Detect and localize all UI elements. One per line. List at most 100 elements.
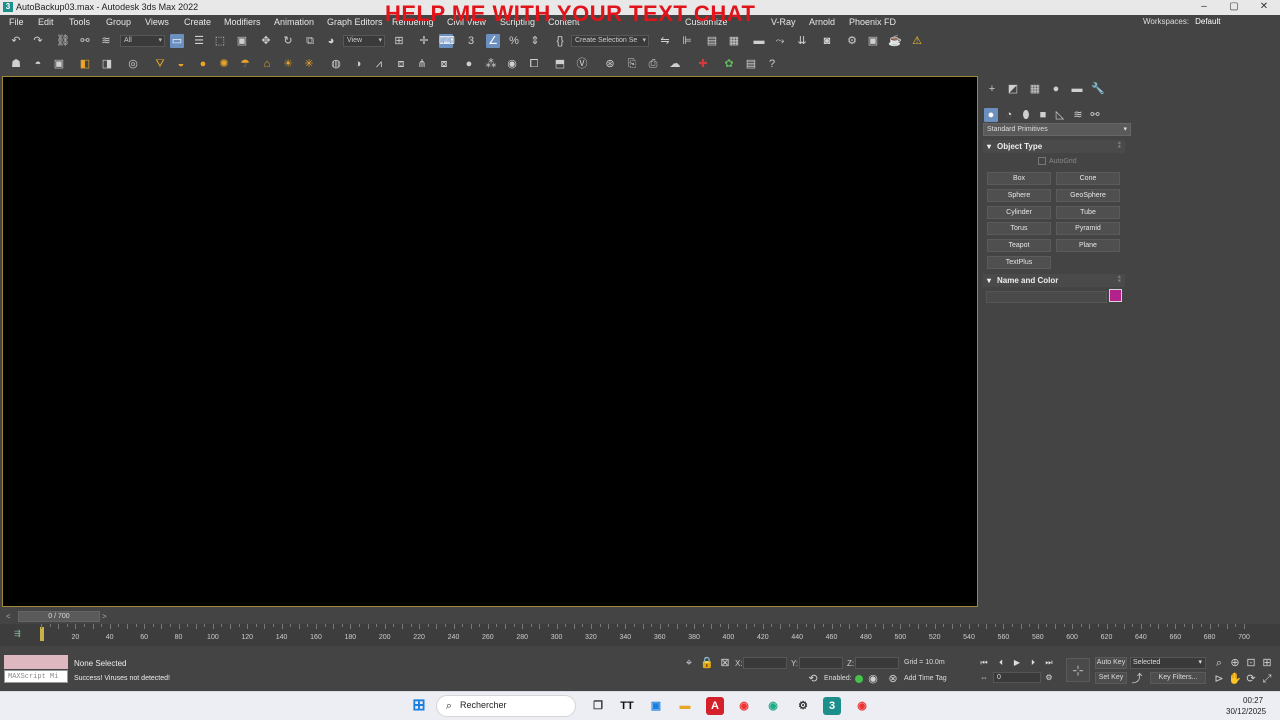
frame-buffer-icon[interactable]: ⊛ [603, 57, 617, 71]
teapot-icon[interactable]: ☗ [9, 57, 23, 71]
key-filters-button[interactable]: Key Filters... [1150, 672, 1206, 684]
cloud-render-icon[interactable]: ☁ [668, 57, 682, 71]
vray-logo-icon[interactable]: Ⓥ [575, 57, 589, 71]
decal-icon[interactable]: ⁂ [484, 57, 498, 71]
area-light-icon[interactable]: ⌂ [260, 57, 274, 71]
rollout-pin-icon[interactable]: ⁑ [1118, 274, 1122, 287]
proxy-icon[interactable]: ⧈ [394, 57, 408, 71]
camera-icon[interactable]: ◨ [100, 57, 114, 71]
zoom-extents-icon[interactable]: ⊡ [1244, 656, 1258, 670]
link-icon[interactable]: ⛓ [56, 34, 70, 48]
maxscript-mini-listener[interactable]: MAXScript Mi [4, 670, 68, 683]
grass-icon[interactable]: ⋔ [415, 57, 429, 71]
undo-icon[interactable]: ↶ [9, 34, 23, 48]
task-view-icon[interactable]: ❐ [589, 697, 607, 715]
viewport[interactable] [2, 76, 978, 607]
auto-key-button[interactable]: Auto Key [1095, 657, 1127, 669]
sky-icon[interactable]: ✳ [302, 57, 316, 71]
vray-material-icon[interactable]: ◑ [351, 57, 365, 71]
go-to-end-icon[interactable]: ⏭ [1043, 657, 1055, 669]
modify-tab-icon[interactable]: ◩ [1006, 82, 1020, 96]
sphere-light-icon[interactable]: ● [196, 57, 210, 71]
menu-graph-editors[interactable]: Graph Editors [327, 17, 383, 27]
spotlight-icon[interactable]: ⛛ [153, 57, 167, 71]
box-icon[interactable]: ▣ [52, 57, 66, 71]
go-to-start-icon[interactable]: ⏮ [978, 657, 990, 669]
material-editor-icon[interactable]: ◙ [820, 34, 834, 48]
key-selection-dropdown[interactable]: Selected [1130, 657, 1206, 669]
scale-icon[interactable]: ⧉ [303, 34, 317, 48]
time-slider-next-button[interactable]: > [102, 612, 112, 622]
menu-phoenix-fd[interactable]: Phoenix FD [849, 17, 896, 27]
menu-file[interactable]: File [9, 17, 24, 27]
object-type-rollout[interactable]: Object Type ⁑ [983, 140, 1125, 153]
set-key-icon[interactable]: ⊹ [1066, 658, 1090, 682]
file-explorer-icon[interactable]: ▬ [676, 697, 694, 715]
selection-lock-icon[interactable]: 🔒 [700, 656, 714, 670]
menu-tools[interactable]: Tools [69, 17, 90, 27]
light-omni-icon[interactable]: ◧ [78, 57, 92, 71]
maximize-icon[interactable]: ▢ [1219, 0, 1249, 15]
named-selection-set-dropdown[interactable]: Create Selection Se [571, 35, 649, 47]
sun-light-icon[interactable]: ✺ [217, 57, 231, 71]
unlink-icon[interactable]: ⚯ [78, 34, 92, 48]
menu-modifiers[interactable]: Modifiers [224, 17, 261, 27]
teapot-button[interactable]: Teapot [987, 239, 1051, 252]
time-tag-toggle-icon[interactable]: ◉ [866, 672, 880, 686]
angle-snap-icon[interactable]: ∠ [486, 34, 500, 48]
maxscript-listener[interactable] [4, 655, 68, 669]
orbit-icon[interactable]: ⟳ [1244, 672, 1258, 686]
move-icon[interactable]: ✥ [259, 34, 273, 48]
microsoft-store-icon[interactable]: ▣ [647, 697, 665, 715]
time-slider-handle[interactable]: 0 / 700 [18, 611, 100, 622]
absolute-transform-icon[interactable]: ⊠ [718, 656, 732, 670]
systems-icon[interactable]: ⚯ [1088, 108, 1102, 122]
rotate-icon[interactable]: ↻ [281, 34, 295, 48]
display-tab-icon[interactable]: ▬ [1070, 82, 1084, 96]
curve-editor-icon[interactable]: ⤳ [773, 34, 787, 48]
chrome-profile-icon[interactable]: ◉ [764, 697, 782, 715]
redo-icon[interactable]: ↷ [31, 34, 45, 48]
x-coordinate-field[interactable] [743, 657, 787, 669]
pan-view-icon[interactable]: ✋ [1228, 672, 1242, 686]
3ds-max-app-icon[interactable]: 3 [3, 2, 13, 12]
rollout-pin-icon[interactable]: ⁑ [1118, 140, 1122, 153]
ribbon-toggle-icon[interactable]: ▬ [752, 34, 766, 48]
schematic-view-icon[interactable]: ⇊ [795, 34, 809, 48]
cone-button[interactable]: Cone [1056, 172, 1120, 185]
textplus-button[interactable]: TextPlus [987, 256, 1051, 269]
scene-explorer-icon[interactable]: ▤ [705, 34, 719, 48]
render-production-icon[interactable]: ☕ [888, 34, 902, 48]
acrobat-icon[interactable]: A [706, 697, 724, 715]
camera-physical-icon[interactable]: ◎ [126, 57, 140, 71]
menu-create[interactable]: Create [184, 17, 211, 27]
workspace-selector[interactable]: Workspaces: Default [1143, 17, 1220, 26]
mirror-icon[interactable]: ⇋ [658, 34, 672, 48]
geometry-icon[interactable]: ● [984, 108, 998, 122]
displace-icon[interactable]: ⧇ [437, 57, 451, 71]
enabled-indicator[interactable] [855, 675, 863, 683]
selection-filter-dropdown[interactable]: All [120, 35, 165, 47]
ies-light-icon[interactable]: ☂ [238, 57, 252, 71]
help-icon[interactable]: ? [765, 57, 779, 71]
doc-cloud-icon[interactable]: ⎙ [646, 57, 660, 71]
reference-coordinate-dropdown[interactable]: View [343, 35, 385, 47]
spinner-snap-icon[interactable]: ⇕ [528, 34, 542, 48]
default-in-out-tangent-icon[interactable]: ⤴ [1130, 672, 1144, 686]
render-setup-icon[interactable]: ⚙ [845, 34, 859, 48]
frame-list-icon[interactable]: ▤ [744, 57, 758, 71]
export-icon[interactable]: ⬒ [553, 57, 567, 71]
fur-icon[interactable]: ⩘ [372, 57, 386, 71]
select-by-name-icon[interactable]: ☰ [192, 34, 206, 48]
edit-named-selection-icon[interactable]: {} [553, 34, 567, 48]
space-warps-icon[interactable]: ≋ [1071, 108, 1085, 122]
menu-animation[interactable]: Animation [274, 17, 314, 27]
debug-shading-icon[interactable]: ✚ [696, 57, 710, 71]
cylinder-button[interactable]: Cylinder [987, 206, 1051, 219]
create-tab-icon[interactable]: + [985, 82, 999, 96]
pyramid-button[interactable]: Pyramid [1056, 222, 1120, 235]
clock-date[interactable]: 30/12/2025 [1226, 707, 1266, 716]
y-coordinate-field[interactable] [799, 657, 843, 669]
motion-tab-icon[interactable]: ● [1049, 82, 1063, 96]
menu-arnold[interactable]: Arnold [809, 17, 835, 27]
